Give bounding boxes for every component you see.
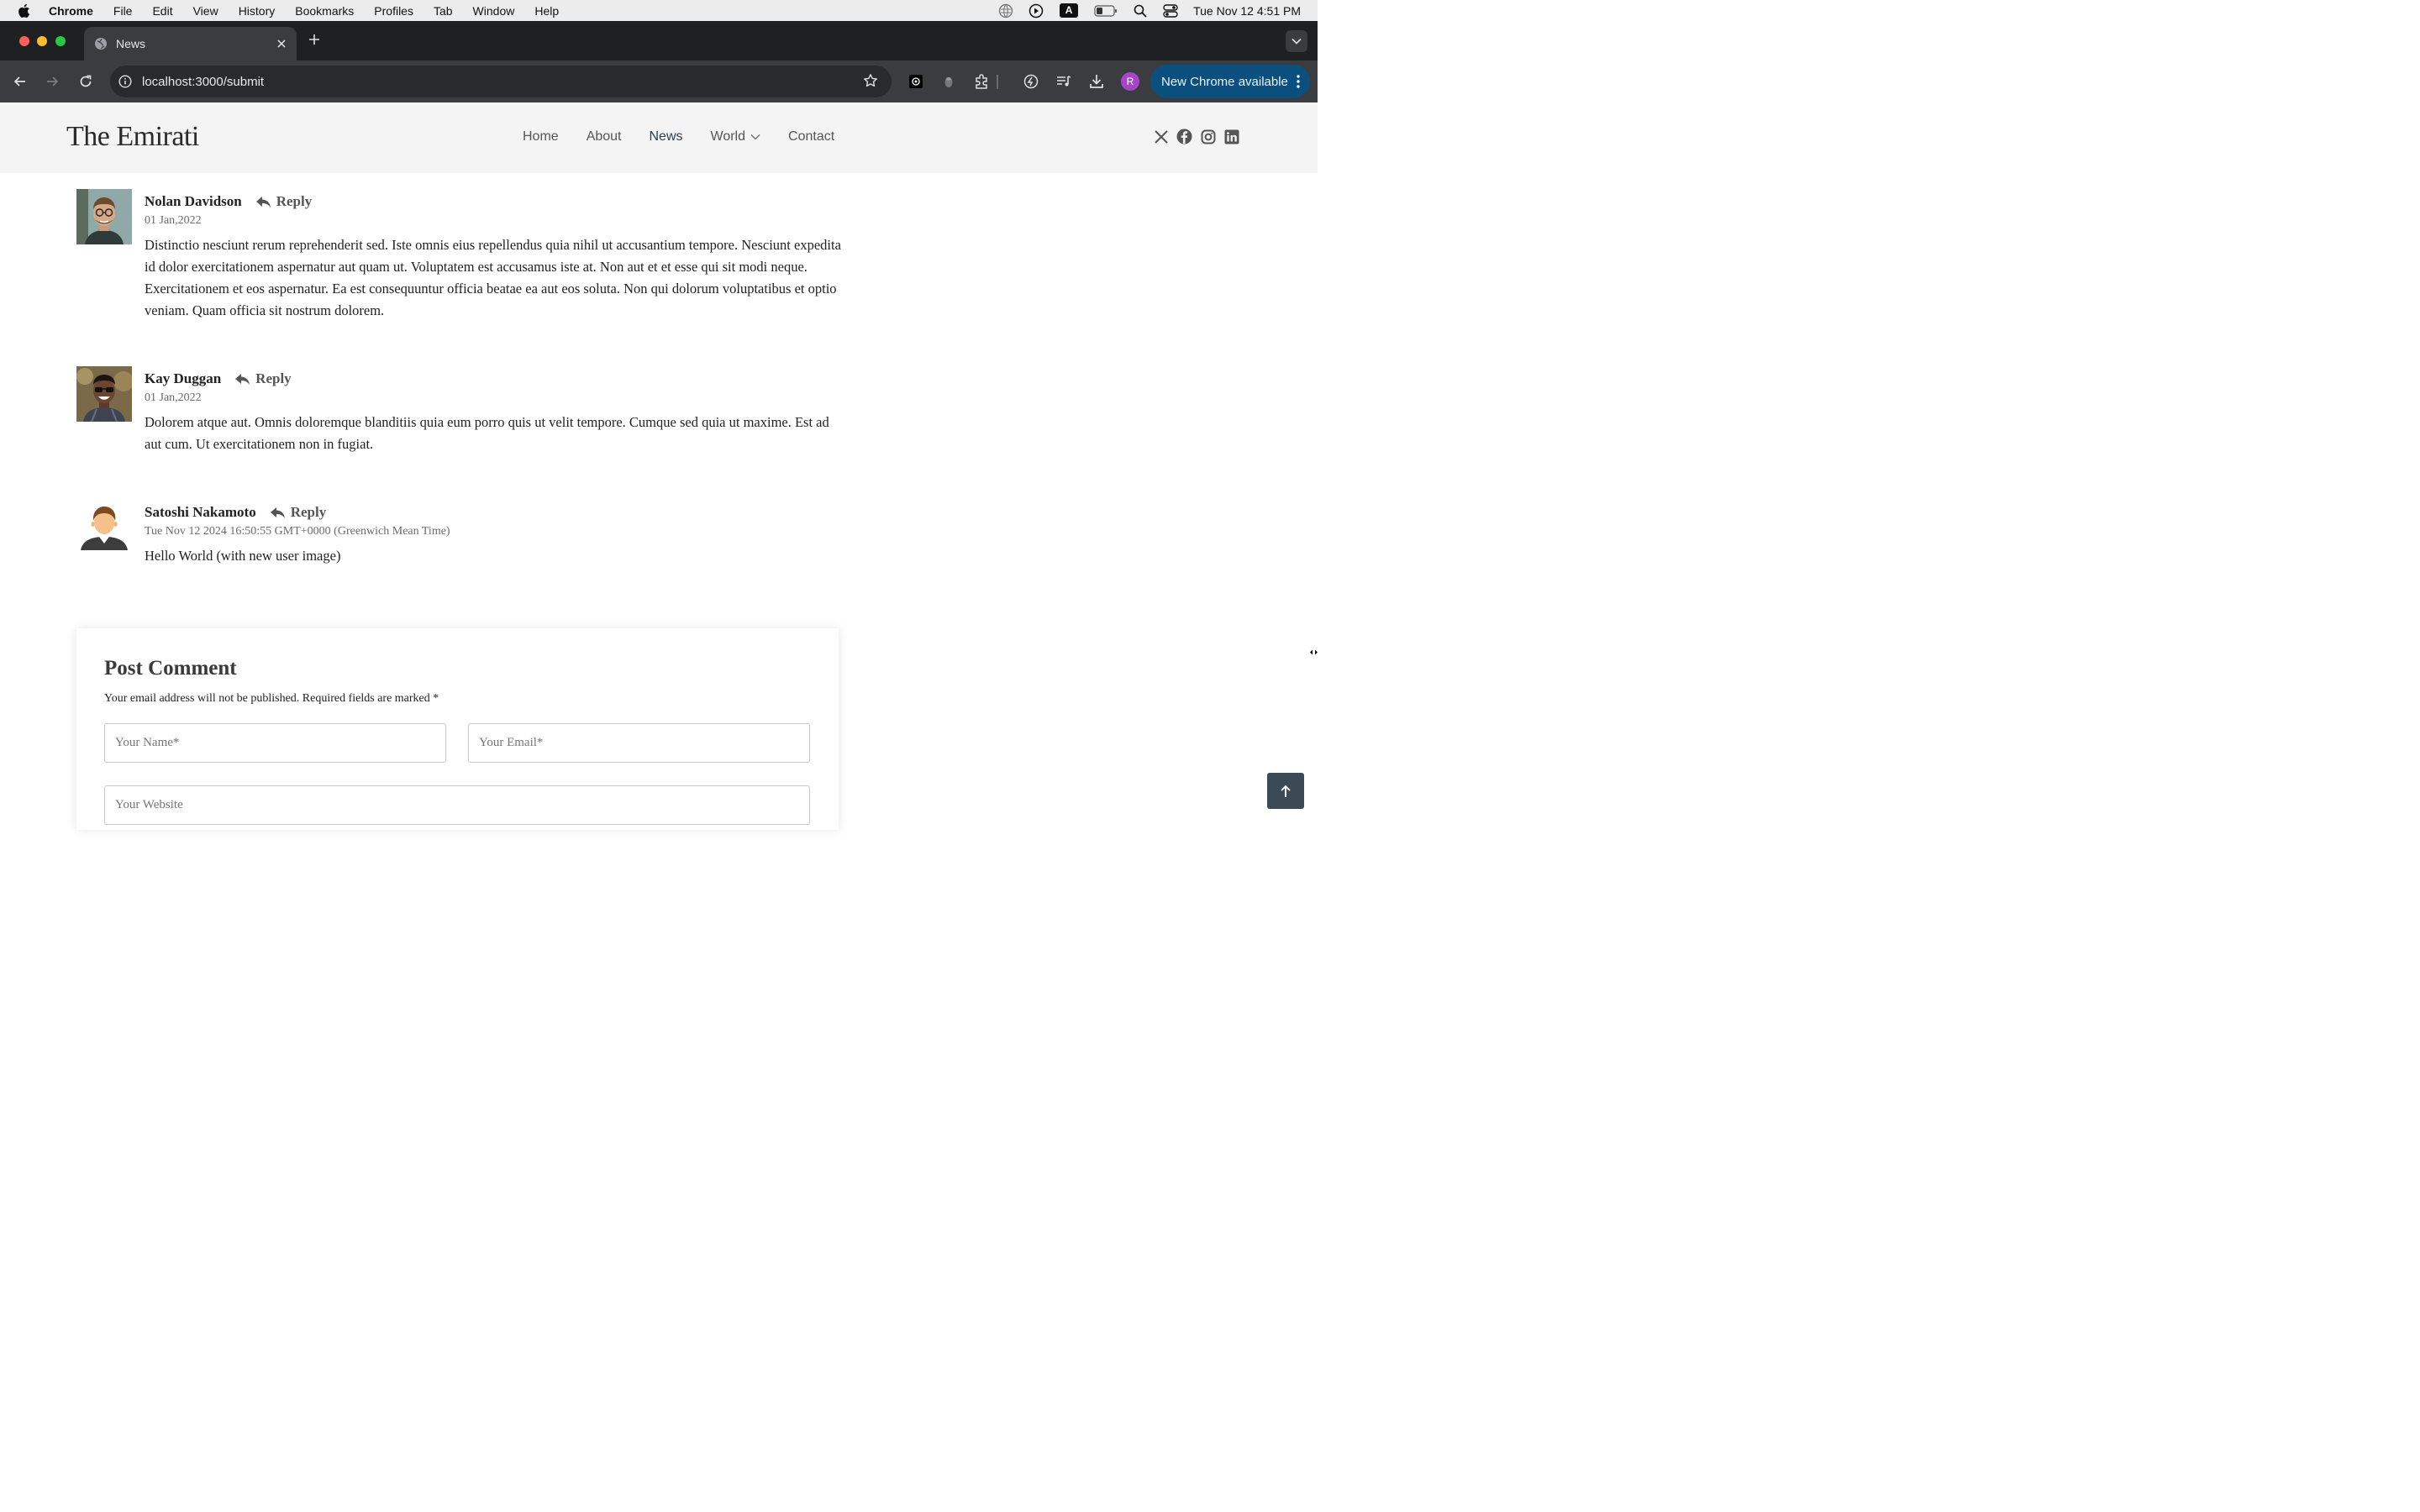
comment-author: Nolan Davidson <box>145 193 242 209</box>
browser-tab-strip: News <box>0 21 1318 60</box>
tab-close-icon[interactable] <box>276 39 287 49</box>
download-icon[interactable] <box>1086 71 1107 92</box>
facebook-icon[interactable] <box>1176 129 1192 144</box>
extension-grey-icon[interactable] <box>939 71 959 92</box>
back-to-top-button[interactable] <box>1267 773 1304 809</box>
nav-contact[interactable]: Contact <box>788 129 834 144</box>
comment-date: Tue Nov 12 2024 16:50:55 GMT+0000 (Green… <box>145 525 450 538</box>
reply-button[interactable]: Reply <box>255 193 313 210</box>
avatar <box>76 189 132 244</box>
menu-bookmarks[interactable]: Bookmarks <box>295 4 354 18</box>
apple-icon[interactable] <box>17 3 32 18</box>
social-links <box>1153 129 1239 144</box>
nav-news[interactable]: News <box>650 129 683 144</box>
instagram-icon[interactable] <box>1200 129 1216 144</box>
new-tab-plus-icon[interactable] <box>306 33 323 50</box>
window-minimize-button[interactable] <box>37 36 47 46</box>
extensions-puzzle-icon[interactable] <box>972 71 992 92</box>
menu-help[interactable]: Help <box>534 4 559 18</box>
kebab-menu-icon[interactable] <box>1297 74 1300 92</box>
menu-profiles[interactable]: Profiles <box>374 4 413 18</box>
input-source-icon[interactable]: A <box>1059 3 1079 18</box>
macos-menu-bar: Chrome File Edit View History Bookmarks … <box>0 0 1318 21</box>
reply-arrow-icon <box>270 507 285 518</box>
reply-arrow-icon <box>255 196 271 207</box>
menu-view[interactable]: View <box>193 4 218 18</box>
comment-text: Distinctio nesciunt rerum reprehenderit … <box>145 237 841 318</box>
play-circle-icon[interactable] <box>1028 3 1044 18</box>
comment-date: 01 Jan,2022 <box>145 214 202 227</box>
comment-text: Hello World (with new user image) <box>145 548 341 564</box>
address-bar[interactable]: localhost:3000/submit <box>110 66 892 97</box>
forward-arrow-icon[interactable] <box>42 71 62 92</box>
comment-date: 01 Jan,2022 <box>145 391 202 404</box>
site-logo[interactable]: The Emirati <box>66 121 199 153</box>
profile-avatar[interactable]: R <box>1121 72 1139 91</box>
comment-text: Dolorem atque aut. Omnis doloremque blan… <box>145 414 829 452</box>
vpn-globe-icon[interactable] <box>998 3 1013 18</box>
nav-world-label: World <box>710 129 746 144</box>
extension-openai-icon[interactable] <box>906 71 926 92</box>
spotlight-search-icon[interactable] <box>1133 3 1148 18</box>
resize-cursor-icon <box>1310 645 1318 660</box>
bookmark-star-icon[interactable] <box>863 73 878 92</box>
name-input[interactable] <box>104 723 446 763</box>
site-header: The Emirati Home About News World Contac… <box>0 102 1318 173</box>
nav-home[interactable]: Home <box>523 129 559 144</box>
window-zoom-button[interactable] <box>55 36 66 46</box>
reply-arrow-icon <box>235 373 250 385</box>
battery-icon[interactable] <box>1094 3 1118 18</box>
reply-label: Reply <box>276 193 313 209</box>
menu-tab[interactable]: Tab <box>434 4 453 18</box>
tab-search-chevron-icon[interactable] <box>1286 30 1307 52</box>
menu-history[interactable]: History <box>239 4 276 18</box>
performance-icon[interactable] <box>1021 71 1041 92</box>
toolbar-divider <box>997 75 998 89</box>
tab-title: News <box>116 37 146 50</box>
back-arrow-icon[interactable] <box>10 71 30 92</box>
main-navigation: Home About News World Contact <box>523 129 834 144</box>
reload-icon[interactable] <box>76 71 96 92</box>
menu-edit[interactable]: Edit <box>152 4 172 18</box>
update-label: New Chrome available <box>1161 74 1288 89</box>
post-comment-form: Post Comment Your email address will not… <box>76 628 839 830</box>
reply-label: Reply <box>255 370 292 386</box>
reply-label: Reply <box>290 504 327 520</box>
menu-window[interactable]: Window <box>473 4 515 18</box>
avatar <box>76 366 132 422</box>
nav-about[interactable]: About <box>587 129 622 144</box>
url-text[interactable]: localhost:3000/submit <box>142 75 264 89</box>
website-input[interactable] <box>104 785 810 825</box>
reply-button[interactable]: Reply <box>234 370 292 387</box>
input-source-label: A <box>1060 3 1079 18</box>
globe-favicon-icon <box>94 37 108 50</box>
avatar <box>76 500 132 555</box>
media-controls-icon[interactable] <box>1054 71 1074 92</box>
browser-toolbar: localhost:3000/submit R New Chrome avail… <box>0 60 1318 102</box>
control-center-icon[interactable] <box>1163 3 1178 18</box>
linkedin-icon[interactable] <box>1223 129 1239 144</box>
reply-button[interactable]: Reply <box>270 504 327 521</box>
menubar-clock[interactable]: Tue Nov 12 4:51 PM <box>1193 4 1301 18</box>
arrow-up-icon <box>1281 785 1291 797</box>
menu-app-name[interactable]: Chrome <box>49 4 93 18</box>
email-input[interactable] <box>468 723 810 763</box>
comment-author: Kay Duggan <box>145 370 222 386</box>
window-close-button[interactable] <box>19 36 29 46</box>
menu-file[interactable]: File <box>113 4 133 18</box>
x-icon[interactable] <box>1153 129 1169 144</box>
form-title: Post Comment <box>104 657 237 680</box>
chevron-down-icon <box>750 134 760 140</box>
browser-tab-news[interactable]: News <box>84 27 297 60</box>
form-note: Your email address will not be published… <box>104 692 439 705</box>
comment-author: Satoshi Nakamoto <box>145 504 256 520</box>
new-chrome-available-button[interactable]: New Chrome available <box>1150 65 1310 98</box>
nav-world-dropdown[interactable]: World <box>711 129 761 144</box>
site-info-icon[interactable] <box>118 75 132 88</box>
